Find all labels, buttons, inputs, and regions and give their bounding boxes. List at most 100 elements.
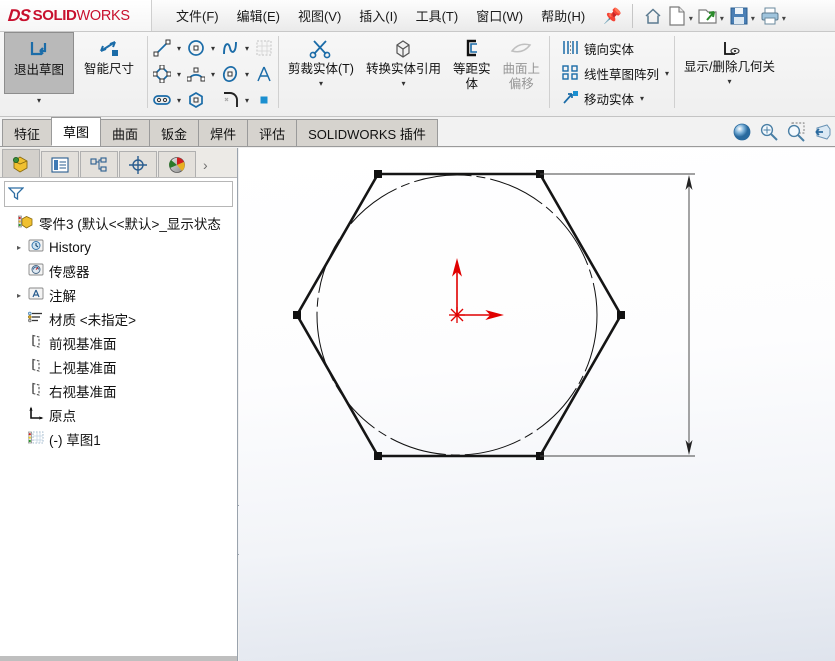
rectangle-tool-dropdown[interactable]: ▾ (173, 70, 185, 79)
graphics-area[interactable]: ⌀ 36 (239, 148, 835, 661)
previous-view-icon[interactable] (813, 122, 833, 142)
tree-item-material[interactable]: 材质 <未指定> (0, 307, 237, 331)
origin-icon (26, 406, 46, 424)
text-tool[interactable] (253, 63, 275, 85)
offset-on-surface-button[interactable]: 曲面上 偏移 (497, 32, 547, 92)
offset-entities-button[interactable]: 等距实 体 (447, 32, 497, 92)
tab-sketch[interactable]: 草图 (51, 117, 102, 146)
exit-sketch-label: 退出草图 (13, 63, 64, 77)
tab-features[interactable]: 特征 (2, 119, 53, 146)
sketch-icon (26, 430, 46, 448)
menu-file[interactable]: 文件(F) (168, 3, 227, 28)
zoom-to-area-icon[interactable] (786, 122, 806, 142)
spline-tool[interactable] (219, 37, 241, 59)
tree-expand-arrow[interactable]: ▸ (12, 243, 26, 252)
sketch-fillet-dropdown[interactable]: ▾ (241, 96, 253, 105)
tab-surfaces[interactable]: 曲面 (100, 119, 151, 146)
tree-item-top-plane[interactable]: 上视基准面 (0, 355, 237, 379)
circle-tool[interactable] (185, 37, 207, 59)
ellipse-tool-dropdown[interactable]: ▾ (241, 70, 253, 79)
tree-filter-input[interactable] (4, 181, 233, 207)
rectangle-tool[interactable] (151, 63, 173, 85)
ribbon-toolbar: 退出草图 ▾ 智能尺寸 ▾ ▾ ▾ ▾ ▾ ▾ ▾ ▾ 剪裁实体(T) ▾ 转换… (0, 32, 835, 125)
open-document-dropdown[interactable]: ▾ (720, 14, 724, 23)
manager-tabs-more-button[interactable]: › (203, 157, 208, 177)
display-relations-dropdown[interactable]: ▾ (695, 75, 765, 86)
display-manager-tab[interactable] (158, 151, 196, 177)
exit-sketch-button[interactable]: 退出草图 (4, 32, 74, 94)
manager-tab-strip: › (0, 148, 237, 178)
trim-entities-dropdown[interactable]: ▾ (286, 77, 356, 88)
linear-sketch-pattern-button[interactable]: 线性草图阵列 ▾ (559, 62, 669, 85)
feature-manager-tab[interactable] (2, 149, 40, 177)
tab-evaluate[interactable]: 评估 (247, 119, 298, 146)
menu-bar: DS SOLID WORKS 文件(F) 编辑(E) 视图(V) 插入(I) 工具(T)… (0, 0, 835, 32)
tree-item-right-plane[interactable]: 右视基准面 (0, 379, 237, 403)
save-icon[interactable] (727, 4, 751, 28)
configuration-manager-tab[interactable] (80, 151, 118, 177)
menu-tools[interactable]: 工具(T) (408, 3, 467, 28)
ribbon-divider-1 (147, 36, 148, 108)
plane-icon (26, 334, 46, 352)
line-tool[interactable] (151, 37, 173, 59)
sketch-fillet-tool[interactable] (219, 89, 241, 111)
convert-entities-button[interactable]: 转换实体引用 (360, 32, 447, 77)
tab-weldments[interactable]: 焊件 (198, 119, 249, 146)
sketch-tools-grid: ▾ ▾ ▾ ▾ ▾ ▾ ▾ ▾ (151, 32, 275, 113)
tab-sheet-metal[interactable]: 钣金 (149, 119, 200, 146)
tree-item-sketch1[interactable]: (-) 草图1 (0, 427, 237, 451)
menu-divider (631, 3, 633, 28)
menu-help[interactable]: 帮助(H) (533, 3, 593, 28)
mirror-entities-button[interactable]: 镜向实体 (559, 37, 669, 60)
save-dropdown[interactable]: ▾ (751, 14, 755, 23)
menu-window[interactable]: 窗口(W) (468, 3, 531, 28)
tree-item-annotations[interactable]: ▸ 注解 (0, 283, 237, 307)
tree-horizontal-scrollbar[interactable] (0, 656, 237, 661)
dimxpert-manager-tab[interactable] (119, 151, 157, 177)
convert-entities-dropdown[interactable]: ▾ (368, 77, 438, 88)
spline-tool-dropdown[interactable]: ▾ (241, 44, 253, 53)
display-delete-relations-button[interactable]: 显示/删除几何关 (678, 40, 781, 75)
menu-edit[interactable]: 编辑(E) (229, 3, 288, 28)
view-toolbar (732, 118, 835, 146)
ellipse-tool[interactable] (219, 63, 241, 85)
exit-sketch-dropdown[interactable]: ▾ (4, 94, 74, 105)
print-icon[interactable] (758, 4, 782, 28)
tree-item-part3[interactable]: 零件3 (默认<<默认>_显示状态 (0, 211, 237, 235)
tree-item-history[interactable]: ▸ History (0, 235, 237, 259)
arc-tool-dropdown[interactable]: ▾ (207, 70, 219, 79)
slot-tool[interactable] (151, 89, 173, 111)
menu-view[interactable]: 视图(V) (290, 3, 349, 28)
zoom-to-fit-icon[interactable] (759, 122, 779, 142)
logo-ds-text: DS (7, 5, 31, 25)
move-entities-dropdown[interactable]: ▾ (640, 94, 644, 103)
pin-icon[interactable]: 📌 (603, 7, 622, 25)
property-manager-tab[interactable] (41, 151, 79, 177)
grid-tool[interactable] (253, 37, 275, 59)
trim-entities-button[interactable]: 剪裁实体(T) (282, 32, 360, 77)
open-document-icon[interactable] (696, 4, 720, 28)
tab-solidworks-addins[interactable]: SOLIDWORKS 插件 (296, 119, 438, 146)
line-tool-dropdown[interactable]: ▾ (173, 44, 185, 53)
tree-item-origin[interactable]: 原点 (0, 403, 237, 427)
material-icon (26, 310, 46, 328)
slot-tool-dropdown[interactable]: ▾ (173, 96, 185, 105)
polygon-tool[interactable] (185, 89, 207, 111)
print-dropdown[interactable]: ▾ (782, 14, 786, 23)
home-icon[interactable] (641, 4, 665, 28)
tree-item-front-plane[interactable]: 前视基准面 (0, 331, 237, 355)
tree-item-sensors[interactable]: 传感器 (0, 259, 237, 283)
point-tool[interactable] (253, 89, 275, 111)
move-entities-button[interactable]: 移动实体 ▾ (559, 87, 669, 110)
new-document-dropdown[interactable]: ▾ (689, 14, 693, 23)
circle-tool-dropdown[interactable]: ▾ (207, 44, 219, 53)
linear-pattern-dropdown[interactable]: ▾ (665, 69, 669, 78)
appearance-sphere-icon[interactable] (732, 122, 752, 142)
new-document-icon[interactable] (665, 4, 689, 28)
smart-dimension-button[interactable]: 智能尺寸 (74, 32, 144, 114)
arc-tool[interactable] (185, 63, 207, 85)
tree-expand-arrow[interactable]: ▸ (12, 291, 26, 300)
logo-solid-text: SOLID (32, 7, 77, 24)
quick-access-toolbar: ▾ ▾ ▾ ▾ (641, 4, 789, 28)
menu-insert[interactable]: 插入(I) (351, 3, 405, 28)
